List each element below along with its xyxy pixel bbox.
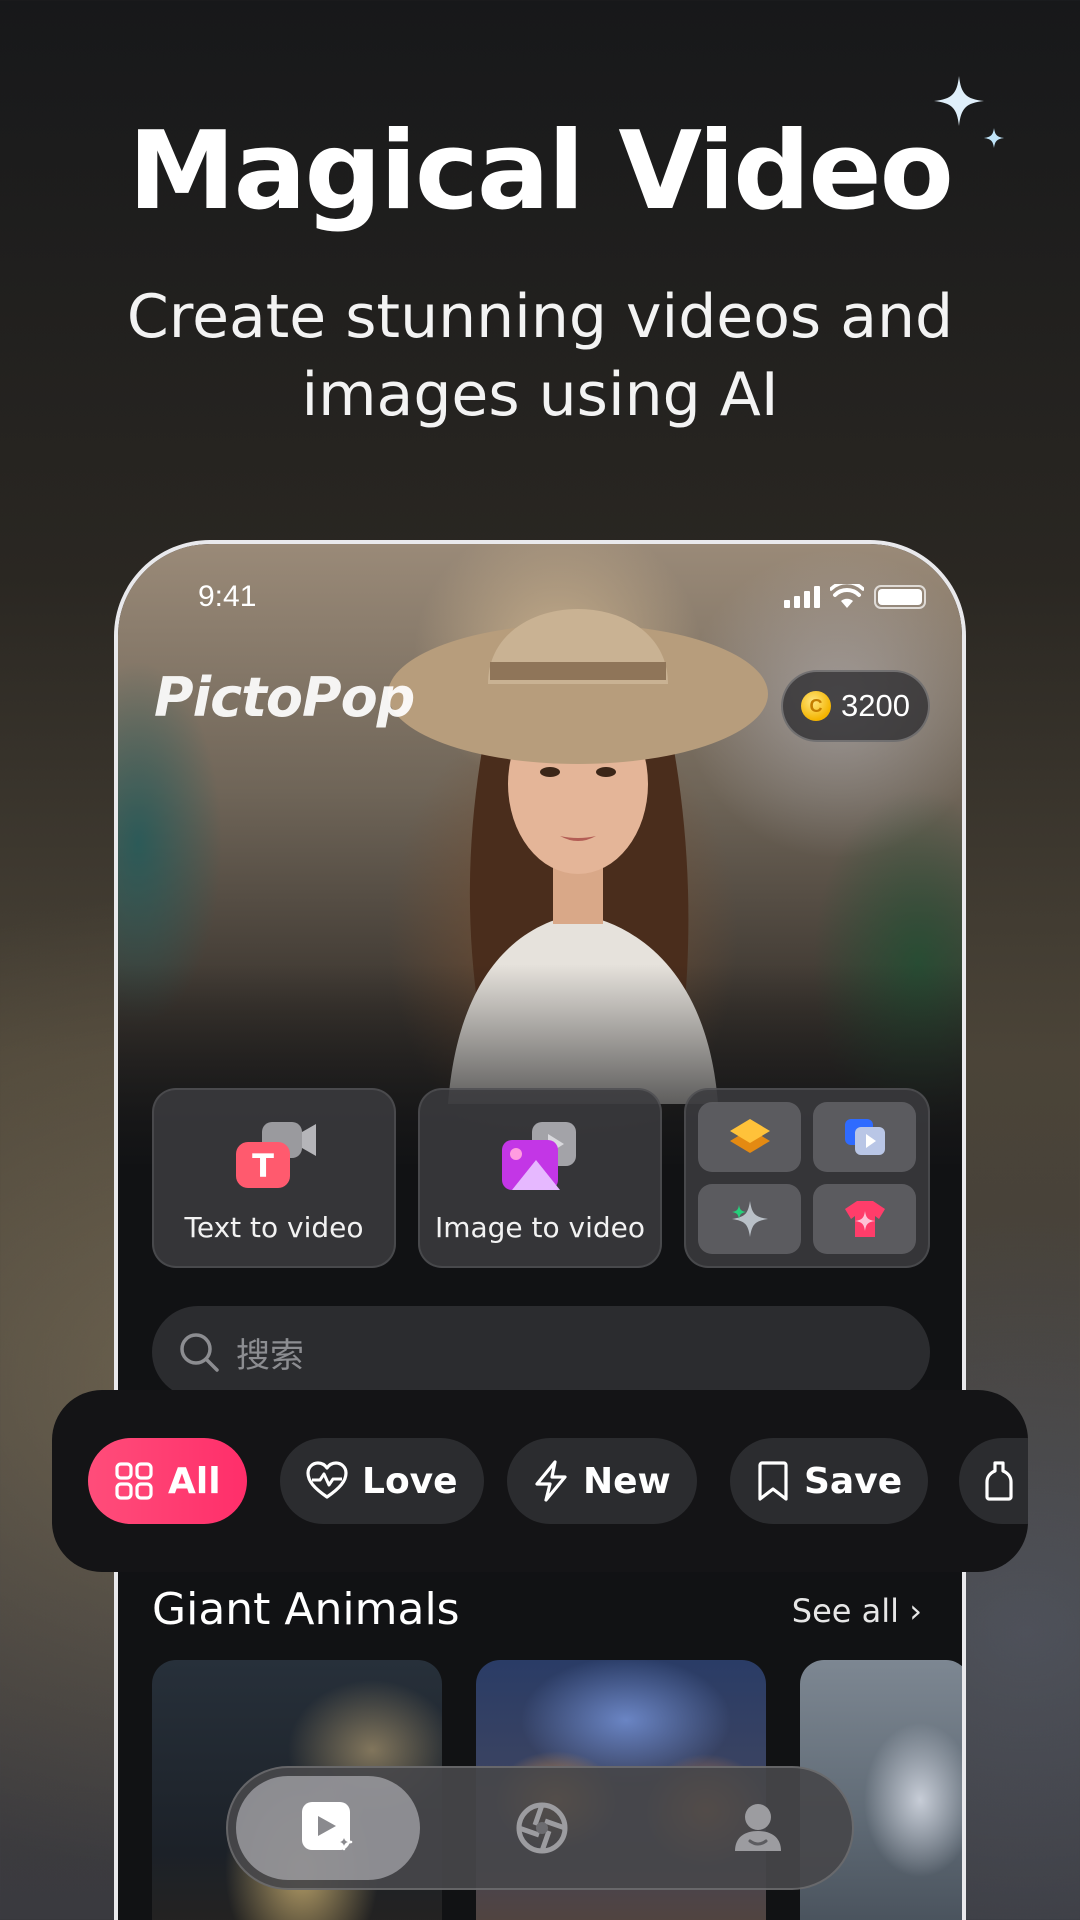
nav-camera[interactable] <box>512 1798 572 1858</box>
battery-icon <box>874 585 926 609</box>
filter-chip-label: New <box>583 1460 671 1502</box>
filter-chip-save[interactable]: Save <box>730 1438 929 1524</box>
filter-chip-label: All <box>168 1460 221 1502</box>
phone-mockup: 9:41 PictoPop C 3200 T Text to video Ima… <box>114 540 966 1920</box>
section-title: Giant Animals <box>152 1584 460 1635</box>
search-icon <box>180 1333 219 1372</box>
image-to-video-card[interactable]: Image to video <box>418 1088 662 1268</box>
promo-subline: Create stunning videos and images using … <box>126 282 954 430</box>
signal-icon <box>784 586 820 608</box>
text-to-video-icon: T <box>236 1122 316 1188</box>
nav-profile[interactable] <box>728 1798 788 1858</box>
filter-chip-label: Love <box>362 1460 458 1502</box>
image-to-video-icon <box>502 1122 576 1190</box>
heart-pulse-icon <box>306 1461 348 1499</box>
filter-chip-love[interactable]: Love <box>280 1438 484 1524</box>
tool-shirt[interactable] <box>813 1184 916 1254</box>
bottom-nav <box>226 1766 854 1890</box>
tool-layers[interactable] <box>698 1102 801 1172</box>
bookmark-icon <box>758 1461 788 1501</box>
image-to-video-label: Image to video <box>434 1211 646 1244</box>
layers-icon <box>729 1119 770 1153</box>
text-to-video-card[interactable]: T Text to video <box>152 1088 396 1268</box>
tools-grid-card <box>684 1088 930 1268</box>
grid-icon <box>115 1462 153 1500</box>
filter-chip-label: Save <box>804 1460 903 1502</box>
tool-sparkle[interactable] <box>698 1184 801 1254</box>
filter-chip-all[interactable]: All <box>88 1438 247 1524</box>
coin-count: 3200 <box>841 688 910 723</box>
nav-create-video[interactable] <box>298 1798 358 1858</box>
bottle-icon <box>985 1461 1013 1501</box>
status-icons <box>784 584 926 610</box>
video-play-icon <box>844 1119 885 1155</box>
see-all-link[interactable]: See all › <box>792 1592 922 1630</box>
shirt-icon <box>844 1201 885 1237</box>
text-to-video-label: Text to video <box>184 1211 364 1244</box>
tool-video-play[interactable] <box>813 1102 916 1172</box>
app-logo: PictoPop <box>154 666 415 729</box>
profile-icon <box>735 1804 781 1851</box>
sparkle-icon <box>731 1201 768 1237</box>
filter-chip-new[interactable]: New <box>507 1438 697 1524</box>
wifi-icon <box>830 584 864 608</box>
coin-balance[interactable]: C 3200 <box>781 670 930 742</box>
lightning-icon <box>535 1460 567 1502</box>
svg-text:T: T <box>252 1147 274 1185</box>
filter-chip-more[interactable] <box>959 1438 1028 1524</box>
status-time: 9:41 <box>198 580 257 613</box>
video-create-icon <box>302 1802 353 1851</box>
search-input[interactable]: 搜索 <box>152 1306 930 1398</box>
promo-headline: Magical Video <box>128 109 954 234</box>
coin-icon: C <box>801 691 832 721</box>
filter-bar: All Love New Save <box>52 1390 1028 1572</box>
camera-aperture-icon <box>516 1802 568 1854</box>
search-placeholder: 搜索 <box>236 1335 304 1376</box>
